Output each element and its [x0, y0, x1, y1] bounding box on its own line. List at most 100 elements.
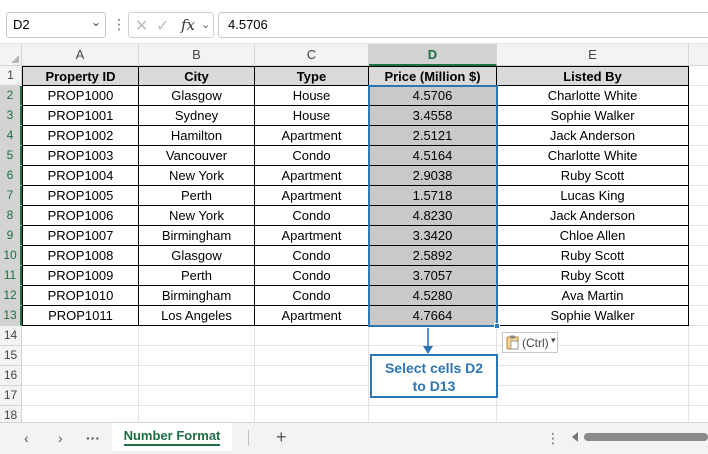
empty-cell[interactable] — [689, 126, 708, 146]
empty-cell[interactable] — [369, 406, 497, 422]
empty-cell[interactable] — [139, 326, 255, 346]
cell-listed-by[interactable]: Ruby Scott — [497, 266, 689, 286]
cell-property-id[interactable]: PROP1003 — [22, 146, 139, 166]
cell-price[interactable]: 4.5164 — [369, 146, 497, 166]
cell-city[interactable]: Hamilton — [139, 126, 255, 146]
more-sheets-icon[interactable]: ··· — [86, 430, 100, 446]
empty-cell[interactable] — [689, 406, 708, 422]
column-header-c[interactable]: C — [255, 44, 369, 66]
row-header-11[interactable]: 11 — [0, 266, 22, 286]
header-cell-type[interactable]: Type — [255, 66, 369, 86]
row-header-4[interactable]: 4 — [0, 126, 22, 146]
header-cell-city[interactable]: City — [139, 66, 255, 86]
empty-cell[interactable] — [255, 346, 369, 366]
empty-cell[interactable] — [689, 226, 708, 246]
cell-type[interactable]: Condo — [255, 146, 369, 166]
row-header-1[interactable]: 1 — [0, 66, 22, 86]
empty-cell[interactable] — [22, 406, 139, 422]
select-all-corner[interactable] — [0, 44, 22, 66]
chevron-down-icon[interactable]: ⌄ — [91, 15, 101, 29]
horizontal-scrollbar[interactable] — [584, 433, 708, 441]
scroll-left-icon[interactable] — [572, 432, 578, 442]
empty-cell[interactable] — [497, 386, 689, 406]
column-header-d[interactable]: D — [369, 44, 497, 66]
cell-city[interactable]: New York — [139, 206, 255, 226]
empty-cell[interactable] — [139, 346, 255, 366]
cell-city[interactable]: Glasgow — [139, 246, 255, 266]
cell-property-id[interactable]: PROP1005 — [22, 186, 139, 206]
cell-listed-by[interactable]: Sophie Walker — [497, 106, 689, 126]
header-cell-property-id[interactable]: Property ID — [22, 66, 139, 86]
cell-type[interactable]: Condo — [255, 206, 369, 226]
cell-listed-by[interactable]: Ruby Scott — [497, 166, 689, 186]
row-header-9[interactable]: 9 — [0, 226, 22, 246]
enter-icon[interactable]: ✓ — [156, 16, 169, 36]
cell-price[interactable]: 4.5706 — [369, 86, 497, 106]
empty-cell[interactable] — [689, 86, 708, 106]
cell-type[interactable]: Apartment — [255, 186, 369, 206]
row-header-17[interactable]: 17 — [0, 386, 22, 406]
cell-price[interactable]: 4.7664 — [369, 306, 497, 326]
row-header-7[interactable]: 7 — [0, 186, 22, 206]
empty-cell[interactable] — [255, 326, 369, 346]
cell-city[interactable]: Los Angeles — [139, 306, 255, 326]
cell-listed-by[interactable]: Charlotte White — [497, 86, 689, 106]
cell-listed-by[interactable]: Jack Anderson — [497, 206, 689, 226]
cell-city[interactable]: Sydney — [139, 106, 255, 126]
cell-price[interactable]: 3.3420 — [369, 226, 497, 246]
empty-cell[interactable] — [22, 386, 139, 406]
empty-cell[interactable] — [139, 406, 255, 422]
cell-price[interactable]: 2.5121 — [369, 126, 497, 146]
row-header-15[interactable]: 15 — [0, 346, 22, 366]
cell-type[interactable]: Apartment — [255, 126, 369, 146]
more-options-icon[interactable]: ⋮ — [112, 14, 126, 34]
cell-price[interactable]: 2.5892 — [369, 246, 497, 266]
cell-city[interactable]: Birmingham — [139, 226, 255, 246]
fill-handle[interactable] — [494, 323, 500, 329]
empty-cell[interactable] — [689, 186, 708, 206]
row-header-14[interactable]: 14 — [0, 326, 22, 346]
empty-cell[interactable] — [689, 206, 708, 226]
empty-cell[interactable] — [689, 286, 708, 306]
column-header-e[interactable]: E — [497, 44, 689, 66]
empty-cell[interactable] — [689, 166, 708, 186]
sheet-tab-number-format[interactable]: Number Format — [112, 423, 232, 451]
cell-type[interactable]: Condo — [255, 266, 369, 286]
cell-property-id[interactable]: PROP1011 — [22, 306, 139, 326]
cell-property-id[interactable]: PROP1004 — [22, 166, 139, 186]
cell-price[interactable]: 3.7057 — [369, 266, 497, 286]
empty-cell[interactable] — [22, 366, 139, 386]
empty-cell[interactable] — [689, 326, 708, 346]
row-header-13[interactable]: 13 — [0, 306, 22, 326]
empty-cell[interactable] — [689, 146, 708, 166]
add-sheet-button[interactable]: + — [276, 427, 287, 448]
paste-options-button[interactable]: (Ctrl) ▾ — [502, 332, 558, 353]
empty-cell[interactable] — [497, 406, 689, 422]
empty-cell[interactable] — [689, 246, 708, 266]
cell-listed-by[interactable]: Chloe Allen — [497, 226, 689, 246]
cell-price[interactable]: 4.5280 — [369, 286, 497, 306]
cell-city[interactable]: New York — [139, 166, 255, 186]
row-header-18[interactable]: 18 — [0, 406, 22, 422]
cell-type[interactable]: Condo — [255, 286, 369, 306]
cell-property-id[interactable]: PROP1001 — [22, 106, 139, 126]
empty-cell[interactable] — [255, 386, 369, 406]
name-box[interactable]: D2 ⌄ — [6, 12, 106, 38]
cell-city[interactable]: Vancouver — [139, 146, 255, 166]
row-header-10[interactable]: 10 — [0, 246, 22, 266]
cell-property-id[interactable]: PROP1008 — [22, 246, 139, 266]
cell-listed-by[interactable]: Sophie Walker — [497, 306, 689, 326]
row-header-3[interactable]: 3 — [0, 106, 22, 126]
row-header-12[interactable]: 12 — [0, 286, 22, 306]
empty-cell[interactable] — [689, 346, 708, 366]
insert-function-icon[interactable]: fx — [181, 16, 195, 34]
cell-listed-by[interactable]: Charlotte White — [497, 146, 689, 166]
cell-property-id[interactable]: PROP1010 — [22, 286, 139, 306]
empty-cell[interactable] — [22, 346, 139, 366]
empty-cell[interactable] — [689, 306, 708, 326]
cell-property-id[interactable]: PROP1000 — [22, 86, 139, 106]
cell-price[interactable]: 4.8230 — [369, 206, 497, 226]
cell-listed-by[interactable]: Ruby Scott — [497, 246, 689, 266]
empty-cell[interactable] — [255, 366, 369, 386]
cell-city[interactable]: Glasgow — [139, 86, 255, 106]
